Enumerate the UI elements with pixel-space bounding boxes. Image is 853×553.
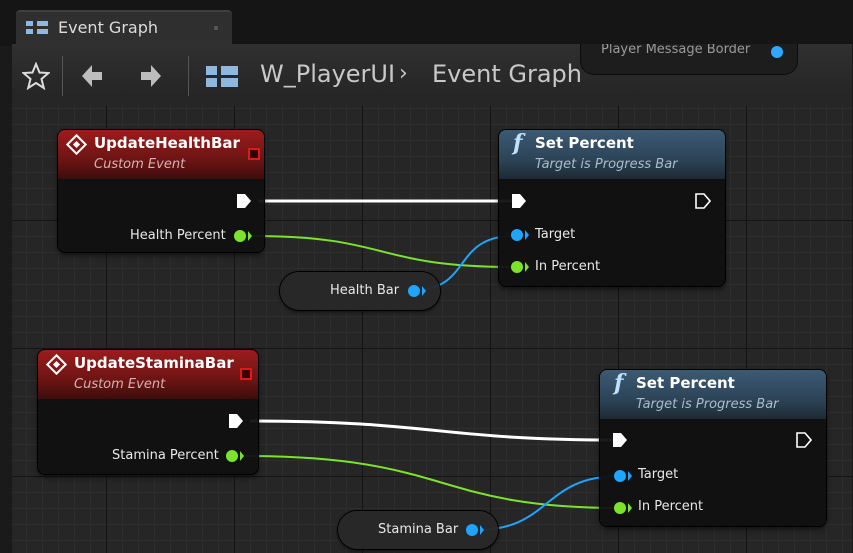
health-bar-getter-node[interactable]: Health Bar — [280, 272, 440, 310]
breadcrumb-current[interactable]: Event Graph — [432, 60, 582, 88]
stamina-percent-label: Stamina Percent — [112, 448, 219, 463]
health-percent-pin[interactable] — [234, 230, 246, 242]
node-title: Set Percent — [636, 374, 735, 392]
exec-output-pin[interactable] — [228, 413, 244, 429]
stamina-bar-label: Stamina Bar — [378, 522, 459, 537]
breadcrumb-root[interactable]: W_PlayerUI — [260, 60, 395, 88]
exec-output-pin[interactable] — [796, 432, 812, 448]
pin-arrow — [248, 231, 252, 241]
node-subtitle: Target is Progress Bar — [636, 397, 779, 412]
target-label: Target — [535, 227, 576, 242]
health-bar-output-pin[interactable] — [408, 285, 420, 297]
tab-bar: Event Graph — [0, 0, 853, 46]
health-percent-label: Health Percent — [130, 228, 226, 243]
node-title: UpdateHealthBar — [94, 134, 240, 152]
update-stamina-bar-node[interactable]: UpdateStaminaBar Custom Event Stamina Pe… — [38, 350, 258, 474]
pin-arrow — [525, 262, 529, 272]
in-percent-label: In Percent — [638, 499, 704, 514]
in-percent-pin[interactable] — [511, 261, 523, 273]
event-graph-window: Event Graph W_PlayerUI › Event Graph Pla… — [0, 0, 853, 553]
widget-blueprint-icon — [206, 66, 238, 87]
float-wire-health — [251, 235, 515, 268]
tab-close-icon[interactable] — [214, 26, 218, 30]
exec-wire-stamina — [249, 419, 616, 442]
float-wire-stamina — [243, 455, 621, 509]
arrow-right-icon[interactable] — [137, 62, 165, 90]
target-pin[interactable] — [614, 470, 626, 482]
set-percent-node-health[interactable]: f Set Percent Target is Progress Bar Tar… — [499, 130, 725, 286]
exec-input-pin[interactable] — [511, 193, 527, 209]
tab-event-graph[interactable]: Event Graph — [16, 10, 232, 44]
stamina-bar-getter-node[interactable]: Stamina Bar — [338, 511, 498, 549]
stamina-bar-output-pin[interactable] — [466, 524, 478, 536]
delegate-pin[interactable] — [248, 148, 260, 160]
pin-arrow — [422, 286, 426, 296]
blueprint-graph-icon — [26, 21, 48, 34]
toolbar-separator — [188, 56, 189, 96]
exec-input-pin[interactable] — [612, 432, 628, 448]
pin-arrow — [240, 451, 244, 461]
node-subtitle: Custom Event — [74, 377, 166, 392]
in-percent-pin[interactable] — [614, 502, 626, 514]
target-pin[interactable] — [511, 229, 523, 241]
function-icon: f — [513, 130, 523, 156]
node-subtitle: Custom Event — [94, 157, 186, 172]
toolbar-separator — [62, 56, 63, 96]
graph-canvas[interactable]: W_PlayerUI › Event Graph Player Message … — [12, 44, 852, 553]
set-percent-node-stamina[interactable]: f Set Percent Target is Progress Bar Tar… — [600, 370, 826, 526]
player-message-border-pin[interactable] — [771, 46, 783, 58]
pin-arrow — [628, 471, 632, 481]
node-title: Set Percent — [535, 134, 634, 152]
arrow-left-icon[interactable] — [78, 62, 106, 90]
player-message-border-label: Player Message Border — [601, 44, 751, 57]
target-label: Target — [638, 467, 679, 482]
health-bar-label: Health Bar — [330, 283, 400, 298]
stamina-percent-pin[interactable] — [226, 450, 238, 462]
function-icon: f — [614, 370, 624, 396]
pin-arrow — [525, 230, 529, 240]
pin-arrow — [480, 525, 484, 535]
in-percent-label: In Percent — [535, 259, 601, 274]
star-icon[interactable] — [22, 62, 50, 90]
node-title: UpdateStaminaBar — [74, 354, 234, 372]
exec-output-pin[interactable] — [236, 193, 252, 209]
pin-arrow — [628, 503, 632, 513]
delegate-pin[interactable] — [240, 368, 252, 380]
breadcrumb-separator: › — [399, 61, 408, 86]
update-health-bar-node[interactable]: UpdateHealthBar Custom Event Health Perc… — [58, 130, 264, 252]
exec-output-pin[interactable] — [695, 193, 711, 209]
object-wire-stamina — [475, 475, 621, 531]
node-subtitle: Target is Progress Bar — [535, 157, 678, 172]
tab-label: Event Graph — [58, 18, 158, 37]
player-message-border-node[interactable]: Player Message Border — [580, 44, 798, 75]
